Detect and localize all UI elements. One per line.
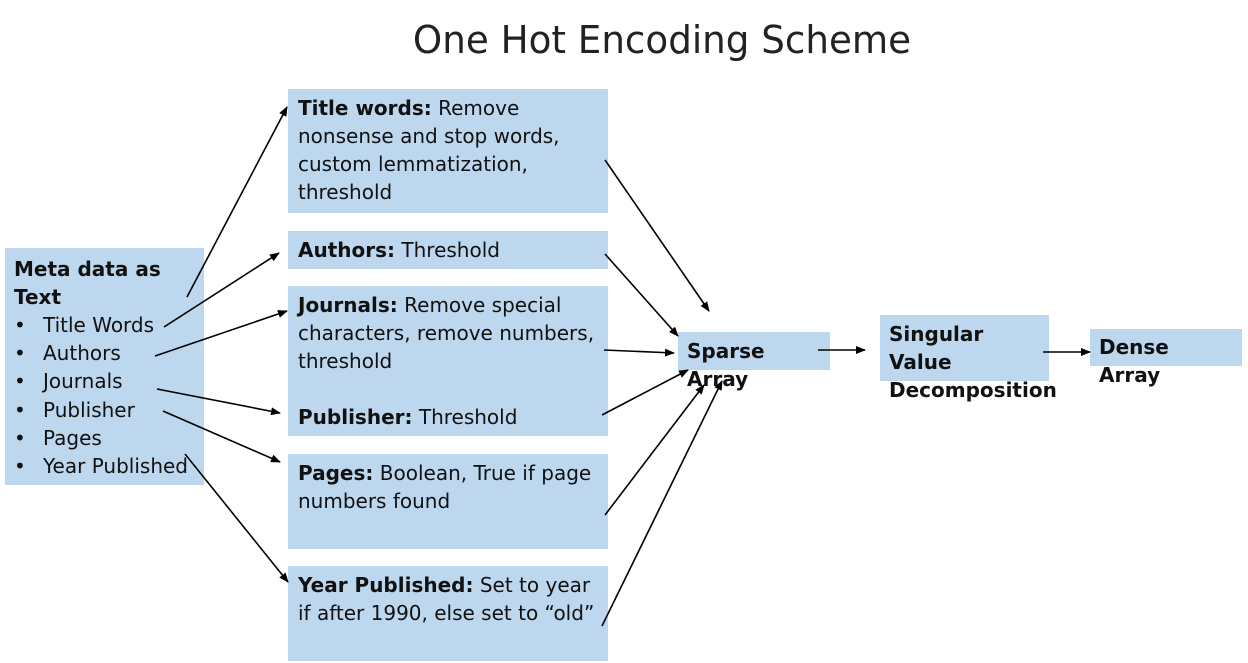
arrow-authors-to-sparse bbox=[604, 253, 679, 337]
arrow-title-words bbox=[186, 106, 288, 298]
arrow-pages-to-sparse bbox=[604, 384, 705, 516]
arrow-publisher-to-sparse bbox=[601, 369, 689, 416]
arrows-layer bbox=[154, 106, 1091, 627]
arrow-title-to-sparse bbox=[604, 159, 710, 312]
arrow-authors bbox=[163, 252, 280, 328]
arrow-year-published bbox=[184, 453, 289, 583]
arrow-journals bbox=[154, 310, 288, 357]
arrow-pages bbox=[162, 410, 281, 463]
arrow-year-to-sparse bbox=[601, 380, 723, 627]
arrow-journals-to-sparse bbox=[603, 348, 675, 357]
arrow-publisher bbox=[156, 388, 281, 416]
